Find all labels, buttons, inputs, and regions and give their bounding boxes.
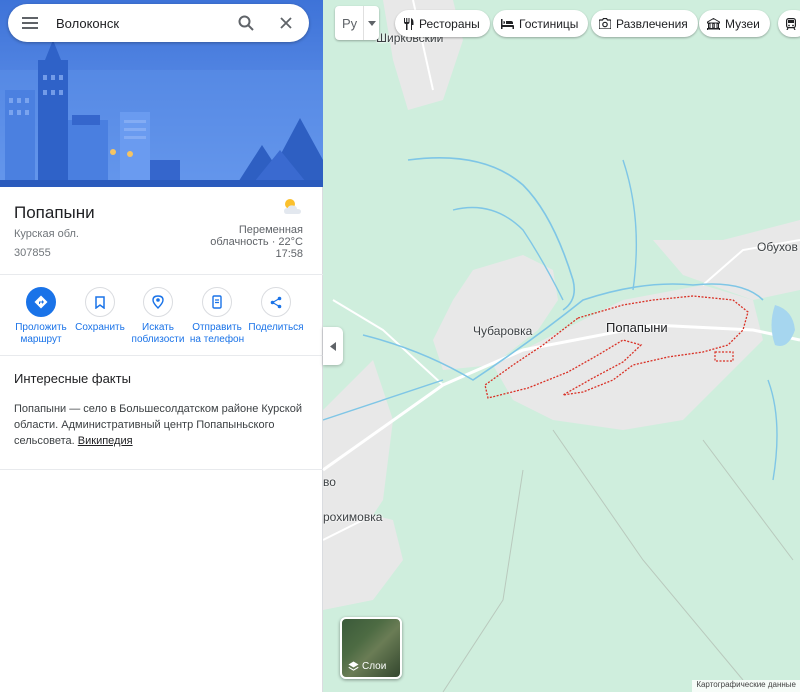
share-circle <box>261 287 291 317</box>
weather-condition: Переменная <box>238 224 303 236</box>
language-toggle[interactable]: Ру <box>335 6 379 40</box>
search-box <box>8 4 309 42</box>
layers-icon <box>348 661 359 671</box>
menu-icon <box>22 17 38 29</box>
facts-heading: Интересные факты <box>14 371 131 386</box>
chip-hotels-label: Гостиницы <box>519 16 579 31</box>
chip-entertainment-label: Развлечения <box>616 16 688 31</box>
save-button[interactable]: Сохранить <box>69 287 131 334</box>
chip-entertainment[interactable]: Развлечения <box>591 10 698 37</box>
directions-icon <box>34 295 48 309</box>
share-button[interactable]: Поделиться <box>245 287 307 334</box>
map-canvas[interactable] <box>323 0 800 692</box>
layers-caption: Слои <box>348 661 386 672</box>
directions-label-2: маршрут <box>20 334 62 345</box>
facts-text: Попапыни — село в Большесолдатском район… <box>14 401 309 449</box>
phone-icon <box>212 295 222 309</box>
map-background <box>323 0 800 692</box>
divider <box>0 469 323 470</box>
menu-button[interactable] <box>8 4 52 42</box>
map-attribution[interactable]: Картографические данные <box>692 680 800 692</box>
language-label: Ру <box>342 15 358 31</box>
map-label-chubarovka[interactable]: Чубаровка <box>473 324 532 338</box>
chip-museums-label: Музеи <box>725 16 760 31</box>
side-panel: Попапыни Курская обл. 307855 Переменная … <box>0 0 323 692</box>
action-bar: Проложить маршрут Сохранить Искать побли… <box>0 287 323 351</box>
map-label-rokhimovka[interactable]: рохимовка <box>323 510 382 524</box>
nearby-button[interactable]: Искать поблизости <box>127 287 189 346</box>
clear-search-button[interactable] <box>266 4 306 42</box>
save-circle <box>85 287 115 317</box>
partly-cloudy-icon <box>284 199 301 214</box>
train-icon <box>786 17 796 30</box>
chip-museums[interactable]: Музеи <box>699 10 770 37</box>
nearby-label-2: поблизости <box>131 334 185 345</box>
nearby-circle <box>143 287 173 317</box>
app-root: Ширковский Обухов Чубаровка Попапыни во … <box>0 0 800 692</box>
save-label: Сохранить <box>75 322 125 333</box>
chip-restaurants[interactable]: Рестораны <box>395 10 490 37</box>
send-to-phone-label-2: на телефон <box>189 334 245 345</box>
nearby-pin-icon <box>152 295 164 309</box>
nearby-label: Искать <box>142 322 174 333</box>
divider <box>0 274 323 275</box>
place-region: Курская обл. <box>14 228 79 240</box>
map-label-popapyni[interactable]: Попапыни <box>606 320 668 335</box>
facts-body: Попапыни — село в Большесолдатском район… <box>14 403 302 447</box>
collapse-panel-button[interactable] <box>323 327 343 365</box>
place-title: Попапыни <box>14 203 95 222</box>
directions-circle <box>26 287 56 317</box>
weather-time: 17:58 <box>275 248 303 260</box>
search-input[interactable] <box>56 8 226 38</box>
museum-icon <box>707 17 720 30</box>
place-postcode: 307855 <box>14 247 51 259</box>
directions-button[interactable]: Проложить маршрут <box>10 287 72 346</box>
directions-label: Проложить <box>15 322 67 333</box>
hotel-icon <box>501 18 514 29</box>
bookmark-icon <box>95 295 105 309</box>
share-label: Поделиться <box>248 322 304 333</box>
send-to-phone-circle <box>202 287 232 317</box>
chip-restaurants-label: Рестораны <box>419 16 480 31</box>
language-dropdown-icon[interactable] <box>363 6 379 40</box>
chip-hotels[interactable]: Гостиницы <box>493 10 589 37</box>
layers-button[interactable]: Слои <box>340 617 402 679</box>
share-icon <box>270 296 282 308</box>
camera-icon <box>599 18 611 29</box>
chevron-left-icon <box>330 341 336 351</box>
search-button[interactable] <box>226 4 266 42</box>
weather-temperature: облачность · 22°C <box>210 236 303 248</box>
restaurant-icon <box>404 17 414 30</box>
chip-transit[interactable] <box>778 10 800 37</box>
send-to-phone-button[interactable]: Отправить на телефон <box>186 287 248 346</box>
weather-widget: Переменная облачность · 22°C 17:58 <box>183 197 303 260</box>
map-label-obukhov[interactable]: Обухов <box>757 240 798 254</box>
divider <box>0 355 323 356</box>
layers-label: Слои <box>362 661 387 672</box>
wikipedia-link[interactable]: Википедия <box>78 435 133 447</box>
send-to-phone-label: Отправить <box>192 322 242 333</box>
search-icon <box>238 15 254 31</box>
map-label-vo[interactable]: во <box>323 475 336 489</box>
close-icon <box>280 17 292 29</box>
